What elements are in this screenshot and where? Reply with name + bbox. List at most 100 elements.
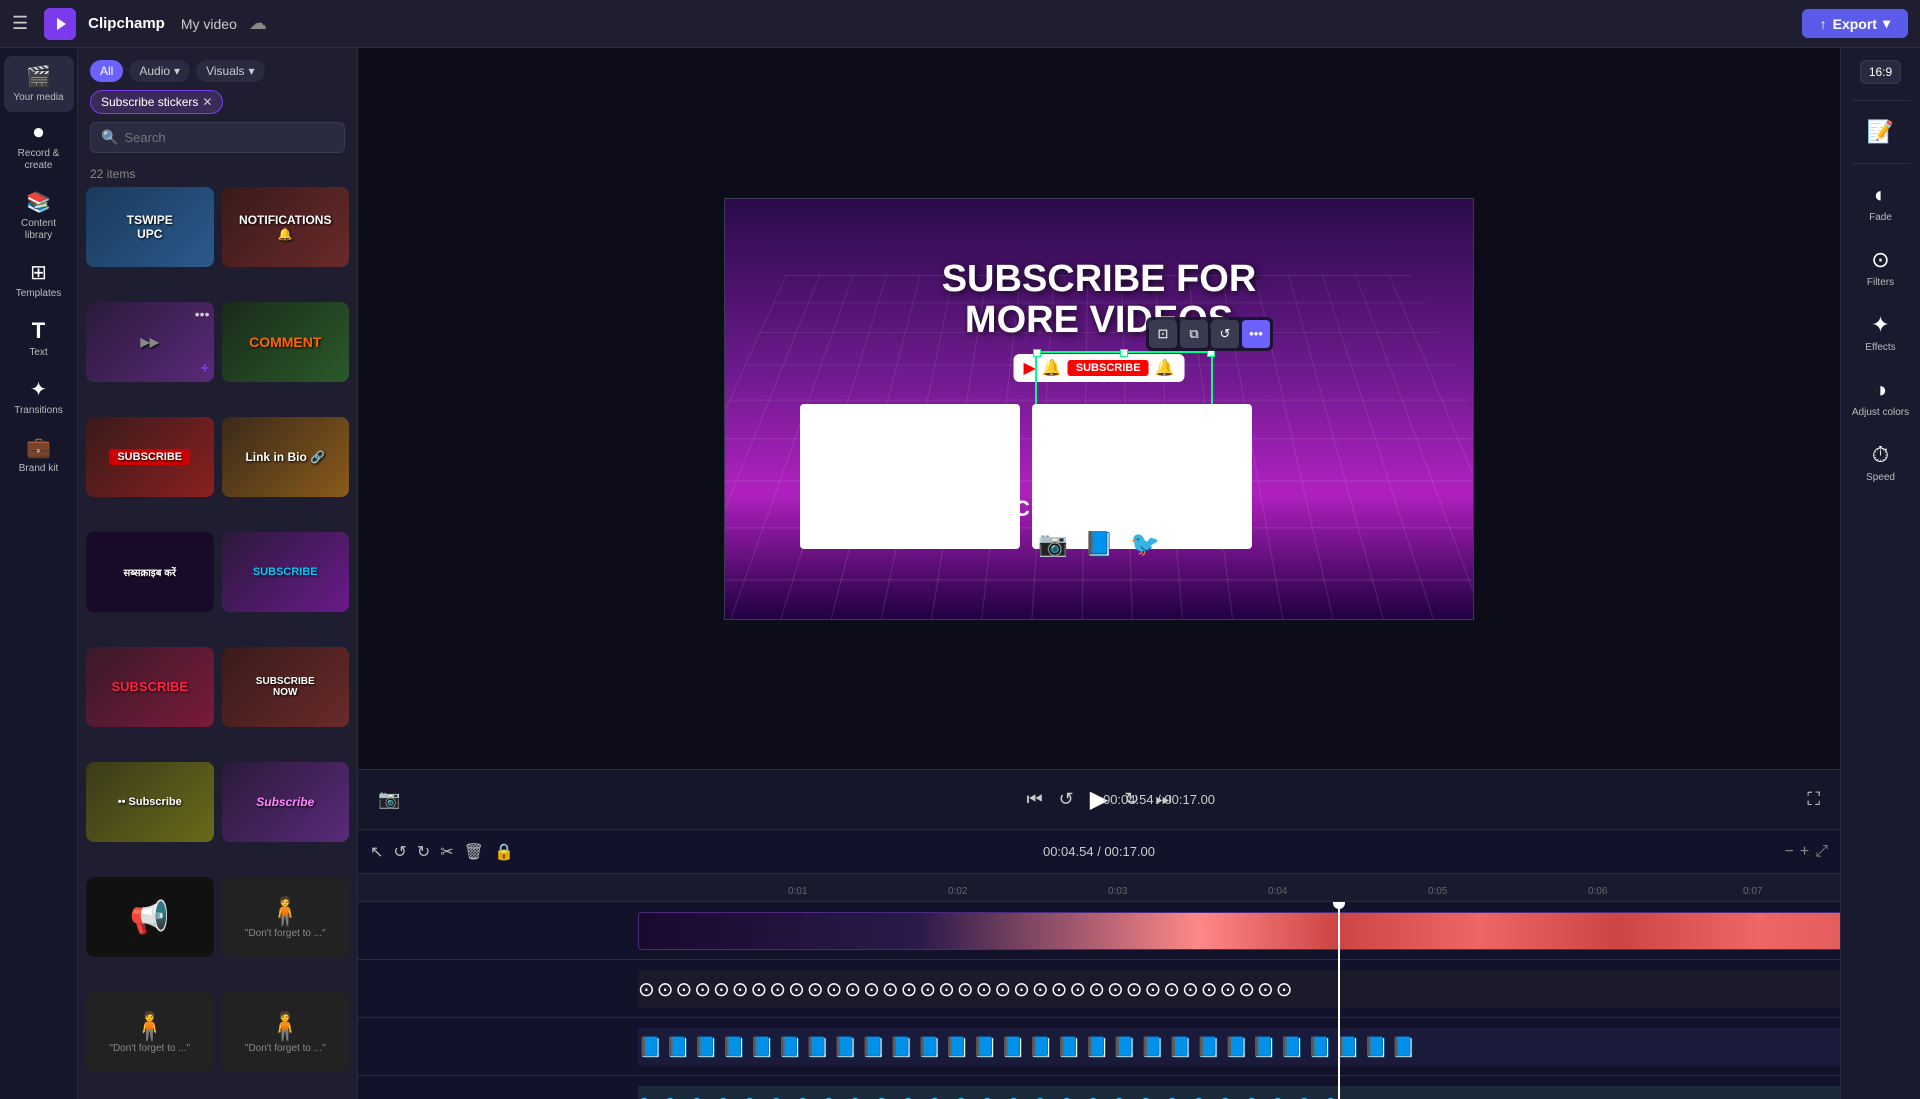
sticker-item[interactable]: TSWIPEUPC	[86, 187, 214, 267]
fullscreen-button[interactable]: ⛶	[1807, 789, 1820, 810]
sidebar-item-templates[interactable]: ⊞ Templates	[4, 252, 74, 308]
sticker-item[interactable]: •• Subscribe	[86, 762, 214, 842]
sticker-item[interactable]: Link in Bio 🔗	[222, 417, 350, 497]
divider	[1851, 100, 1911, 101]
facebook-sticker-row: 📘📘📘📘📘📘📘📘📘📘📘📘📘📘📘📘📘📘📘📘📘📘📘📘📘📘📘📘	[638, 1028, 1840, 1066]
tag-close-icon[interactable]: ✕	[202, 95, 212, 109]
sticker-text: NOTIFICATIONS🔔	[235, 209, 335, 245]
sticker-item[interactable]: SUBSCRIBE	[222, 532, 350, 612]
fade-label: Fade	[1869, 212, 1892, 223]
audio-chevron-icon: ▾	[174, 64, 180, 78]
panel-header: All Audio ▾ Visuals ▾ Subscribe stickers…	[78, 48, 357, 167]
twitter-icons: 🐦🐦🐦🐦🐦🐦🐦🐦🐦🐦🐦🐦🐦🐦🐦🐦🐦🐦🐦🐦🐦🐦🐦🐦🐦🐦🐦	[638, 1095, 1351, 1099]
sticker-item[interactable]: NOTIFICATIONS🔔	[222, 187, 350, 267]
sticker-text: Link in Bio 🔗	[241, 446, 329, 468]
transitions-icon: ✦	[30, 377, 47, 402]
more-tool-button[interactable]: •••	[1242, 320, 1270, 348]
sticker-item[interactable]: SUBSCRIBE	[86, 417, 214, 497]
sidebar-item-content-library[interactable]: 📚 Content library	[4, 182, 74, 250]
instagram-icon: 📷	[1038, 530, 1068, 559]
track-content-facebook: 📘📘📘📘📘📘📘📘📘📘📘📘📘📘📘📘📘📘📘📘📘📘📘📘📘📘📘📘	[638, 1018, 1840, 1075]
sidebar-item-brand-kit[interactable]: 💼 Brand kit	[4, 427, 74, 483]
effects-panel-item[interactable]: ✦ Effects	[1845, 302, 1917, 363]
skip-back-button[interactable]: ⏮	[1026, 789, 1042, 810]
ruler-0:05: 0:05	[1428, 886, 1447, 897]
bell-icon-small2: 🔔	[1155, 358, 1175, 378]
camera-button[interactable]: 📷	[378, 789, 400, 810]
fit-zoom-button[interactable]: ⤢	[1815, 843, 1828, 861]
instagram-icons: ⊙⊙⊙⊙⊙⊙⊙⊙⊙⊙⊙⊙⊙⊙⊙⊙⊙⊙⊙⊙⊙⊙⊙⊙⊙⊙⊙⊙⊙⊙⊙⊙⊙⊙⊙	[638, 977, 1295, 1002]
sidebar-item-transitions[interactable]: ✦ Transitions	[4, 369, 74, 425]
cut-button[interactable]: ✂	[440, 842, 453, 862]
lock-button[interactable]: 🔒	[494, 842, 514, 862]
sticker-item[interactable]: ••• + ▶▶ Add to timeline	[86, 302, 214, 382]
sticker-item[interactable]: 📢	[86, 877, 214, 957]
right-panel: 16:9 📝 ◐ Fade ⊙ Filters ✦ Effects ◑ Adju…	[1840, 48, 1920, 1099]
sticker-item[interactable]: 🧍 "Don't forget to ..."	[222, 877, 350, 957]
timeline: ↖ ↺ ↻ ✂ 🗑 🔒 00:04.54 / 00:17.00 − + ⤢ 0:…	[358, 829, 1840, 1099]
timeline-tracks: ⊙⊙⊙⊙⊙⊙⊙⊙⊙⊙⊙⊙⊙⊙⊙⊙⊙⊙⊙⊙⊙⊙⊙⊙⊙⊙⊙⊙⊙⊙⊙⊙⊙⊙⊙ 📘📘📘📘…	[358, 902, 1840, 1099]
filter-row: All Audio ▾ Visuals ▾	[90, 60, 345, 82]
sticker-menu-icon[interactable]: •••	[195, 306, 210, 322]
fade-icon: ◐	[1874, 182, 1887, 208]
crop-tool-button[interactable]: ⊡	[1149, 320, 1177, 348]
speed-panel-item[interactable]: ⏱ Speed	[1845, 432, 1917, 493]
export-chevron-icon: ▾	[1883, 15, 1890, 32]
sticker-text: ▶▶	[137, 331, 163, 353]
ruler-0:02: 0:02	[948, 886, 967, 897]
filter-visuals-button[interactable]: Visuals ▾	[196, 60, 265, 82]
sticker-text: SUBSCRIBE	[109, 449, 190, 465]
ruler-0:01: 0:01	[788, 886, 807, 897]
sidebar-label-transitions: Transitions	[14, 405, 63, 417]
aspect-ratio-button[interactable]: 16:9	[1860, 60, 1901, 84]
sticker-item[interactable]: Subscribe	[222, 762, 350, 842]
sticker-icon: 📢	[130, 898, 170, 936]
video-track-bar[interactable]	[638, 912, 1840, 950]
sticker-item[interactable]: SUBSCRIBE	[86, 647, 214, 727]
text-icon: T	[32, 318, 45, 344]
sticker-icon: 🧍	[268, 895, 303, 928]
export-button[interactable]: ↑ Export ▾	[1802, 9, 1908, 38]
cloud-icon: ☁	[249, 13, 267, 34]
captions-panel-item[interactable]: 📝	[1845, 109, 1917, 155]
search-input[interactable]	[124, 130, 334, 145]
filters-panel-item[interactable]: ⊙ Filters	[1845, 237, 1917, 298]
twitter-icon: 🐦	[1130, 530, 1160, 559]
sticker-add-icon[interactable]: +	[200, 360, 209, 378]
undo-button[interactable]: ↺	[393, 842, 406, 862]
items-count: 22 items	[78, 167, 357, 187]
sticker-item[interactable]: COMMENT	[222, 302, 350, 382]
adjust-colors-label: Adjust colors	[1852, 407, 1909, 418]
sticker-text: सब्सक्राइब करें	[120, 561, 180, 583]
loop-tool-button[interactable]: ↺	[1211, 320, 1239, 348]
hamburger-icon[interactable]: ☰	[12, 13, 28, 34]
filter-audio-button[interactable]: Audio ▾	[129, 60, 190, 82]
app-name: Clipchamp	[88, 15, 165, 32]
sidebar-item-record-create[interactable]: ⏺ Record & create	[4, 114, 74, 180]
adjust-colors-panel-item[interactable]: ◑ Adjust colors	[1845, 367, 1917, 428]
sidebar-item-your-media[interactable]: 🎬 Your media	[4, 56, 74, 112]
sticker-item[interactable]: SUBSCRIBENOW	[222, 647, 350, 727]
video-track	[358, 902, 1840, 960]
sticker-item[interactable]: 🧍 "Don't forget to ..."	[222, 992, 350, 1072]
select-tool-button[interactable]: ↖	[370, 842, 383, 862]
filter-all-button[interactable]: All	[90, 60, 123, 82]
video-title[interactable]: My video	[181, 16, 237, 32]
sticker-text: Subscribe	[252, 791, 318, 813]
sticker-icon: 🧍	[132, 1010, 167, 1043]
zoom-out-button[interactable]: −	[1785, 843, 1794, 861]
sticker-item[interactable]: 🧍 "Don't forget to ..."	[86, 992, 214, 1072]
delete-button[interactable]: 🗑	[464, 842, 484, 862]
playhead[interactable]	[1338, 902, 1340, 1099]
sticker-text: TSWIPEUPC	[123, 209, 177, 245]
sidebar-item-text[interactable]: T Text	[4, 310, 74, 367]
rewind-button[interactable]: ↺	[1059, 789, 1074, 810]
zoom-in-button[interactable]: +	[1800, 843, 1809, 861]
content-library-icon: 📚	[26, 190, 51, 215]
redo-button[interactable]: ↻	[417, 842, 430, 862]
divider2	[1851, 163, 1911, 164]
sticker-item[interactable]: सब्सक्राइब करें	[86, 532, 214, 612]
fade-panel-item[interactable]: ◐ Fade	[1845, 172, 1917, 233]
pip-tool-button[interactable]: ⧉	[1180, 320, 1208, 348]
sticker-text: COMMENT	[245, 330, 325, 354]
